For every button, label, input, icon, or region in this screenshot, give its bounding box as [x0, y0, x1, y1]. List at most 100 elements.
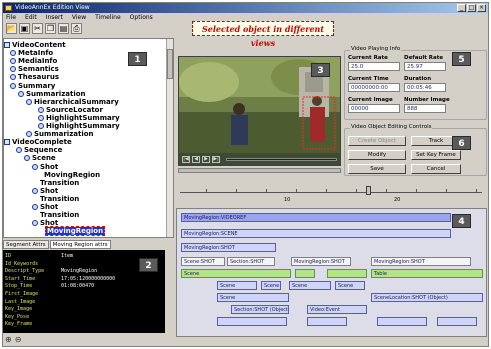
timeline-segment[interactable]: SceneLocation:SHOT (Object) [371, 293, 483, 302]
tree-node[interactable]: Summarization [18, 90, 86, 98]
timeline-segment[interactable]: Scene [289, 281, 331, 290]
tree-node[interactable]: HighlightSummary [38, 122, 120, 130]
timeline-segment[interactable]: Scene [335, 281, 365, 290]
tree-node[interactable]: MovingRegion [44, 171, 100, 179]
timeline-segment[interactable]: MovingRegion:SCENE [181, 229, 451, 238]
last-frame-button[interactable]: ▶| [212, 155, 220, 163]
timeline-ruler[interactable]: 10 20 [176, 182, 487, 210]
video-position-bar[interactable] [226, 157, 337, 161]
timeline-segment[interactable] [295, 269, 315, 278]
current-image-field[interactable]: 00000 [348, 104, 400, 113]
rewind-button[interactable]: ◀ [192, 155, 200, 163]
tree-node[interactable]: MediaInfo [10, 57, 57, 65]
open-icon[interactable]: 📂 [6, 23, 17, 34]
menu-edit[interactable]: Edit [25, 13, 37, 22]
menu-file[interactable]: File [6, 13, 16, 22]
timeline-segment[interactable]: MovingRegion:SHOT [291, 257, 351, 266]
tree-node[interactable]: Sequence [16, 146, 62, 154]
zoom-out-icon[interactable]: ⊖ [15, 336, 22, 344]
tree-node[interactable]: Shot [32, 187, 58, 195]
current-rate-field[interactable]: 25.0 [348, 62, 400, 71]
duration-field[interactable]: 00:05:46 [404, 83, 446, 92]
timeline-segment[interactable] [377, 317, 427, 326]
menu-insert[interactable]: Insert [46, 13, 63, 22]
timeline-segment[interactable]: Video:Event [307, 305, 367, 314]
timeline-segment[interactable]: Scene [217, 281, 257, 290]
tree-node[interactable]: MovingRegion [44, 226, 106, 237]
number-image-field[interactable]: 888 [404, 104, 446, 113]
timeline-segment[interactable]: Scene [261, 281, 281, 290]
tree-view[interactable]: VideoContent MetaInfo MediaInfo Semantics Th… [3, 38, 174, 238]
first-frame-button[interactable]: |◀ [182, 155, 190, 163]
timeline-thumb[interactable] [366, 186, 371, 195]
maximize-button[interactable]: □ [467, 4, 476, 12]
tab-moving-region-attrs[interactable]: Moving Region attrs [49, 240, 111, 249]
minimize-button[interactable]: _ [457, 4, 466, 12]
timeline-segment[interactable]: MovingRegion:SHOT [181, 243, 276, 252]
zoom-in-icon[interactable]: ⊕ [5, 336, 12, 344]
tree-node[interactable]: Shot [32, 219, 58, 227]
timeline-segment[interactable]: MovingRegion:VIDEOREF [181, 213, 451, 222]
video-slider[interactable] [178, 168, 341, 173]
tree-node-icon [32, 187, 38, 194]
tree-node[interactable]: Summarization [26, 130, 94, 138]
tree-node[interactable]: Semantics [10, 65, 59, 73]
property-row[interactable]: Key_Frame [5, 321, 163, 327]
copy-icon[interactable]: ❐ [45, 23, 56, 34]
tree-node[interactable]: Scene [24, 154, 56, 162]
tree-node[interactable]: Transition [40, 211, 79, 219]
create-object-button[interactable]: Create Object [348, 136, 406, 146]
tree-node[interactable]: Shot [32, 203, 58, 211]
print-icon[interactable]: ⎙ [71, 23, 82, 34]
property-row[interactable]: Stop_Time 01:08:00470 [5, 283, 163, 289]
timeline-segment[interactable]: Section:SHOT [227, 257, 275, 266]
tree-node[interactable]: Shot [32, 163, 58, 171]
menu-options[interactable]: Options [130, 13, 153, 22]
tree-node[interactable]: MetaInfo [10, 49, 53, 57]
tree-node[interactable]: Summary [10, 82, 55, 90]
property-row[interactable]: Last_Image [5, 299, 163, 305]
property-row[interactable]: First_Image [5, 291, 163, 297]
menu-view[interactable]: View [72, 13, 86, 22]
paste-icon[interactable]: ▤ [58, 23, 69, 34]
app-icon [5, 5, 12, 11]
close-button[interactable]: × [477, 4, 486, 12]
tree-node[interactable]: VideoComplete [4, 138, 72, 146]
tree-node-icon [10, 74, 16, 81]
tree-node[interactable]: Transition [40, 179, 79, 187]
tree-scrollbar[interactable] [166, 39, 173, 237]
set-key-frame-button[interactable]: Set Key Frame [411, 150, 461, 160]
tree-node[interactable]: Transition [40, 195, 79, 203]
timeline-segment[interactable]: Scene [217, 293, 289, 302]
tree-node[interactable]: SourceLocator [38, 106, 103, 114]
cut-icon[interactable]: ✂ [32, 23, 43, 34]
save-icon[interactable]: ▣ [19, 23, 30, 34]
timeline-view[interactable]: MovingRegion:VIDEOREF MovingRegion:SCENE M… [176, 208, 487, 337]
current-time-field[interactable]: 00000000:00 [348, 83, 400, 92]
property-row[interactable]: Key_Image [5, 306, 163, 312]
tree-node[interactable]: HighlightSummary [38, 114, 120, 122]
tree-node-label: Summary [18, 81, 56, 90]
timeline-segment[interactable] [217, 317, 287, 326]
timeline-segment[interactable]: Scene:SHOT [181, 257, 225, 266]
play-button[interactable]: ▶ [202, 155, 210, 163]
timeline-segment[interactable]: MovingRegion:SHOT [371, 257, 471, 266]
property-row[interactable]: Key_Pose [5, 314, 163, 320]
tab-segment-attrs[interactable]: Segment Attrs [3, 240, 49, 249]
property-row[interactable]: Start_Time 17:05:120000000000 [5, 276, 163, 282]
timeline-segment[interactable] [307, 317, 347, 326]
scroll-thumb[interactable] [167, 49, 173, 79]
timeline-segment[interactable] [437, 317, 477, 326]
menu-timeline[interactable]: Timeline [95, 13, 121, 22]
save-button[interactable]: Save [348, 164, 406, 174]
timeline-segment[interactable]: Section:SHOT (Object) [231, 305, 289, 314]
cancel-button[interactable]: Cancel [411, 164, 461, 174]
modify-button[interactable]: Modify [348, 150, 406, 160]
tree-node[interactable]: HierarchicalSummary [26, 98, 119, 106]
tree-node[interactable]: Thesaurus [10, 73, 59, 81]
default-rate-field[interactable]: 25.97 [404, 62, 446, 71]
timeline-segment[interactable] [327, 269, 367, 278]
timeline-segment[interactable]: Table [371, 269, 483, 278]
tree-node[interactable]: VideoContent [4, 41, 66, 49]
timeline-segment[interactable]: Scene [181, 269, 291, 278]
